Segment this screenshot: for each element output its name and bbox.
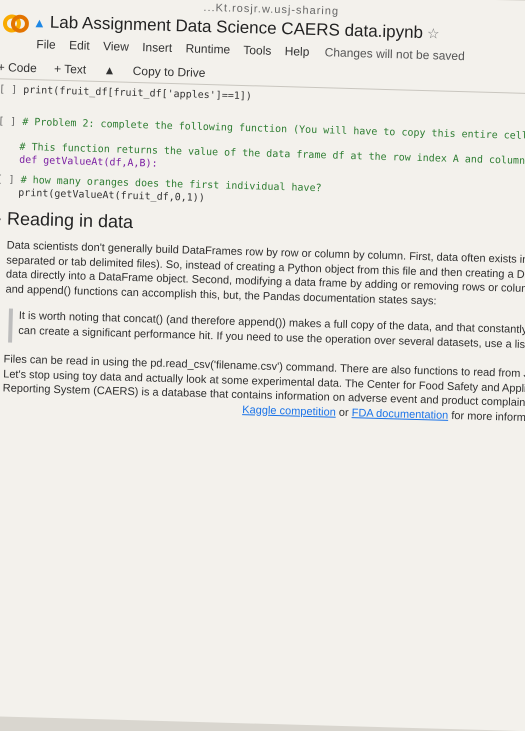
add-text-button[interactable]: + Text <box>54 62 87 77</box>
run-cell-button[interactable]: [ ] <box>0 116 16 128</box>
kaggle-link[interactable]: Kaggle competition <box>242 404 336 419</box>
add-code-button[interactable]: + Code <box>0 60 37 75</box>
code-cell-2[interactable]: [ ] # Problem 2: complete the following f… <box>0 116 525 142</box>
colab-logo-icon[interactable] <box>2 10 30 37</box>
menu-runtime[interactable]: Runtime <box>185 41 230 56</box>
menu-file[interactable]: File <box>36 37 56 52</box>
run-cell-button[interactable]: [ ] <box>0 84 17 96</box>
menu-tools[interactable]: Tools <box>243 43 271 58</box>
menu-view[interactable]: View <box>103 39 129 54</box>
fda-doc-link[interactable]: FDA documentation <box>352 407 449 422</box>
blockquote-bar <box>8 308 13 343</box>
toolbar: + Code + Text ▲ Copy to Drive <box>0 60 234 81</box>
section-heading[interactable]: ▾Reading in data <box>0 208 133 233</box>
menu-help[interactable]: Help <box>284 44 309 59</box>
code-cell-1[interactable]: [ ] print(fruit_df[fruit_df['apples']==1]… <box>0 84 525 110</box>
text-cell-paragraph-3: Files can be read in using the pd.read_c… <box>2 352 525 425</box>
copy-to-drive-button[interactable]: ▲ Copy to Drive <box>103 63 219 80</box>
code-line: print(fruit_df[fruit_df['apples']==1]) <box>23 84 253 103</box>
collapse-icon[interactable]: ▾ <box>0 215 1 227</box>
code-comment: # Problem 2: complete the following func… <box>22 116 525 142</box>
run-cell-button[interactable]: [ ] <box>0 174 15 186</box>
text-cell-paragraph-1: Data scientists don't generally build Da… <box>5 238 525 311</box>
menu-edit[interactable]: Edit <box>69 38 90 53</box>
save-status[interactable]: Changes will not be saved <box>325 45 465 63</box>
colab-screen: ...Kt.rosjr.w.usj-sharing ▲ Lab Assignmen… <box>0 0 525 731</box>
blockquote-text: It is worth noting that concat() (and th… <box>18 309 525 353</box>
drive-icon: ▲ <box>103 63 119 78</box>
menu-insert[interactable]: Insert <box>142 40 172 55</box>
star-icon[interactable]: ☆ <box>427 25 440 41</box>
drive-icon: ▲ <box>32 15 47 31</box>
